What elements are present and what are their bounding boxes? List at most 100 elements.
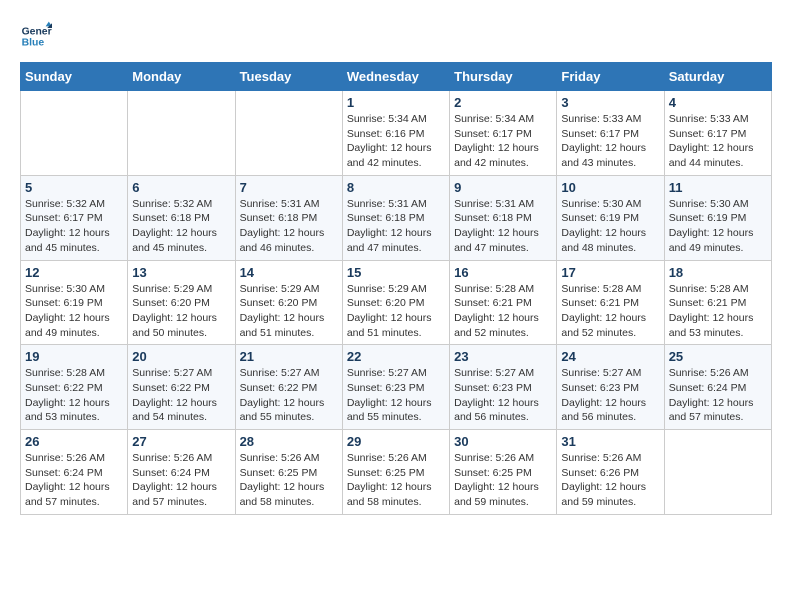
day-info: Sunrise: 5:27 AM Sunset: 6:22 PM Dayligh… [132,366,230,425]
day-info: Sunrise: 5:29 AM Sunset: 6:20 PM Dayligh… [347,282,445,341]
day-info: Sunrise: 5:26 AM Sunset: 6:25 PM Dayligh… [240,451,338,510]
day-info: Sunrise: 5:33 AM Sunset: 6:17 PM Dayligh… [561,112,659,171]
day-info: Sunrise: 5:28 AM Sunset: 6:21 PM Dayligh… [561,282,659,341]
day-number: 16 [454,265,552,280]
day-cell: 7Sunrise: 5:31 AM Sunset: 6:18 PM Daylig… [235,175,342,260]
day-info: Sunrise: 5:26 AM Sunset: 6:24 PM Dayligh… [669,366,767,425]
header-cell-thursday: Thursday [450,63,557,91]
day-number: 1 [347,95,445,110]
day-number: 30 [454,434,552,449]
header-cell-tuesday: Tuesday [235,63,342,91]
day-cell: 26Sunrise: 5:26 AM Sunset: 6:24 PM Dayli… [21,430,128,515]
day-info: Sunrise: 5:26 AM Sunset: 6:26 PM Dayligh… [561,451,659,510]
day-cell: 29 Sunrise: 5:26 AM Sunset: 6:25 PM Dayli… [342,430,449,515]
day-cell: 5 Sunrise: 5:32 AM Sunset: 6:17 PM Daylig… [21,175,128,260]
day-number: 13 [132,265,230,280]
day-cell: 11 Sunrise: 5:30 AM Sunset: 6:19 PM Dayli… [664,175,771,260]
day-info: Sunrise: 5:31 AM Sunset: 6:18 PM Dayligh… [454,197,552,256]
day-number: 22 [347,349,445,364]
day-info: Sunrise: 5:27 AM Sunset: 6:23 PM Dayligh… [347,366,445,425]
day-info: Sunrise: 5:27 AM Sunset: 6:23 PM Dayligh… [454,366,552,425]
day-cell: 28 Sunrise: 5:26 AM Sunset: 6:25 PM Dayli… [235,430,342,515]
day-cell [235,91,342,176]
week-row-1: 1 Sunrise: 5:34 AM Sunset: 6:16 PM Daylig… [21,91,772,176]
header-cell-saturday: Saturday [664,63,771,91]
day-number: 9 [454,180,552,195]
day-number: 29 [347,434,445,449]
day-info: Sunrise: 5:28 AM Sunset: 6:21 PM Dayligh… [669,282,767,341]
day-cell: 12 Sunrise: 5:30 AM Sunset: 6:19 PM Dayli… [21,260,128,345]
day-info: Sunrise: 5:26 AM Sunset: 6:24 PM Dayligh… [132,451,230,510]
day-info: Sunrise: 5:27 AM Sunset: 6:23 PM Dayligh… [561,366,659,425]
day-number: 8 [347,180,445,195]
day-info: Sunrise: 5:33 AM Sunset: 6:17 PM Dayligh… [669,112,767,171]
day-number: 26 [25,434,123,449]
day-number: 4 [669,95,767,110]
day-number: 12 [25,265,123,280]
day-number: 17 [561,265,659,280]
day-cell: 30 Sunrise: 5:26 AM Sunset: 6:25 PM Dayli… [450,430,557,515]
header-cell-monday: Monday [128,63,235,91]
day-cell: 18 Sunrise: 5:28 AM Sunset: 6:21 PM Dayli… [664,260,771,345]
day-info: Sunrise: 5:31 AM Sunset: 6:18 PM Dayligh… [240,197,338,256]
day-info: Sunrise: 5:28 AM Sunset: 6:21 PM Dayligh… [454,282,552,341]
svg-text:General: General [22,26,52,37]
day-info: Sunrise: 5:30 AM Sunset: 6:19 PM Dayligh… [669,197,767,256]
day-number: 11 [669,180,767,195]
week-row-4: 19 Sunrise: 5:28 AM Sunset: 6:22 PM Dayli… [21,345,772,430]
day-cell: 20Sunrise: 5:27 AM Sunset: 6:22 PM Dayli… [128,345,235,430]
day-info: Sunrise: 5:31 AM Sunset: 6:18 PM Dayligh… [347,197,445,256]
day-info: Sunrise: 5:34 AM Sunset: 6:17 PM Dayligh… [454,112,552,171]
day-number: 5 [25,180,123,195]
day-number: 31 [561,434,659,449]
day-cell [128,91,235,176]
day-cell: 9 Sunrise: 5:31 AM Sunset: 6:18 PM Daylig… [450,175,557,260]
day-info: Sunrise: 5:28 AM Sunset: 6:22 PM Dayligh… [25,366,123,425]
day-info: Sunrise: 5:26 AM Sunset: 6:25 PM Dayligh… [454,451,552,510]
day-cell: 27 Sunrise: 5:26 AM Sunset: 6:24 PM Dayli… [128,430,235,515]
calendar-table: SundayMondayTuesdayWednesdayThursdayFrid… [20,62,772,515]
day-info: Sunrise: 5:30 AM Sunset: 6:19 PM Dayligh… [25,282,123,341]
day-number: 18 [669,265,767,280]
day-cell: 31 Sunrise: 5:26 AM Sunset: 6:26 PM Dayli… [557,430,664,515]
week-row-2: 5 Sunrise: 5:32 AM Sunset: 6:17 PM Daylig… [21,175,772,260]
day-cell: 23 Sunrise: 5:27 AM Sunset: 6:23 PM Dayli… [450,345,557,430]
day-number: 25 [669,349,767,364]
week-row-5: 26 Sunrise: 5:26 AM Sunset: 6:24 PM Dayli… [21,430,772,515]
day-info: Sunrise: 5:26 AM Sunset: 6:25 PM Dayligh… [347,451,445,510]
day-cell: 2 Sunrise: 5:34 AM Sunset: 6:17 PM Daylig… [450,91,557,176]
day-cell: 10Sunrise: 5:30 AM Sunset: 6:19 PM Dayli… [557,175,664,260]
day-number: 6 [132,180,230,195]
day-number: 21 [240,349,338,364]
day-info: Sunrise: 5:29 AM Sunset: 6:20 PM Dayligh… [132,282,230,341]
day-number: 28 [240,434,338,449]
day-info: Sunrise: 5:34 AM Sunset: 6:16 PM Dayligh… [347,112,445,171]
day-cell: 3 Sunrise: 5:33 AM Sunset: 6:17 PM Daylig… [557,91,664,176]
day-cell: 21 Sunrise: 5:27 AM Sunset: 6:22 PM Dayli… [235,345,342,430]
header-cell-friday: Friday [557,63,664,91]
day-cell: 13 Sunrise: 5:29 AM Sunset: 6:20 PM Dayli… [128,260,235,345]
day-number: 19 [25,349,123,364]
day-cell: 4 Sunrise: 5:33 AM Sunset: 6:17 PM Daylig… [664,91,771,176]
day-number: 10 [561,180,659,195]
day-number: 15 [347,265,445,280]
logo-icon: General Blue [20,20,52,52]
day-info: Sunrise: 5:29 AM Sunset: 6:20 PM Dayligh… [240,282,338,341]
header: General Blue [20,20,772,52]
day-number: 23 [454,349,552,364]
day-cell: 22 Sunrise: 5:27 AM Sunset: 6:23 PM Dayli… [342,345,449,430]
header-row: SundayMondayTuesdayWednesdayThursdayFrid… [21,63,772,91]
day-number: 24 [561,349,659,364]
header-cell-wednesday: Wednesday [342,63,449,91]
day-number: 2 [454,95,552,110]
day-info: Sunrise: 5:32 AM Sunset: 6:18 PM Dayligh… [132,197,230,256]
day-number: 27 [132,434,230,449]
day-info: Sunrise: 5:27 AM Sunset: 6:22 PM Dayligh… [240,366,338,425]
day-cell [664,430,771,515]
day-info: Sunrise: 5:32 AM Sunset: 6:17 PM Dayligh… [25,197,123,256]
day-number: 3 [561,95,659,110]
day-cell: 16 Sunrise: 5:28 AM Sunset: 6:21 PM Dayli… [450,260,557,345]
header-cell-sunday: Sunday [21,63,128,91]
day-cell: 1 Sunrise: 5:34 AM Sunset: 6:16 PM Daylig… [342,91,449,176]
week-row-3: 12 Sunrise: 5:30 AM Sunset: 6:19 PM Dayli… [21,260,772,345]
